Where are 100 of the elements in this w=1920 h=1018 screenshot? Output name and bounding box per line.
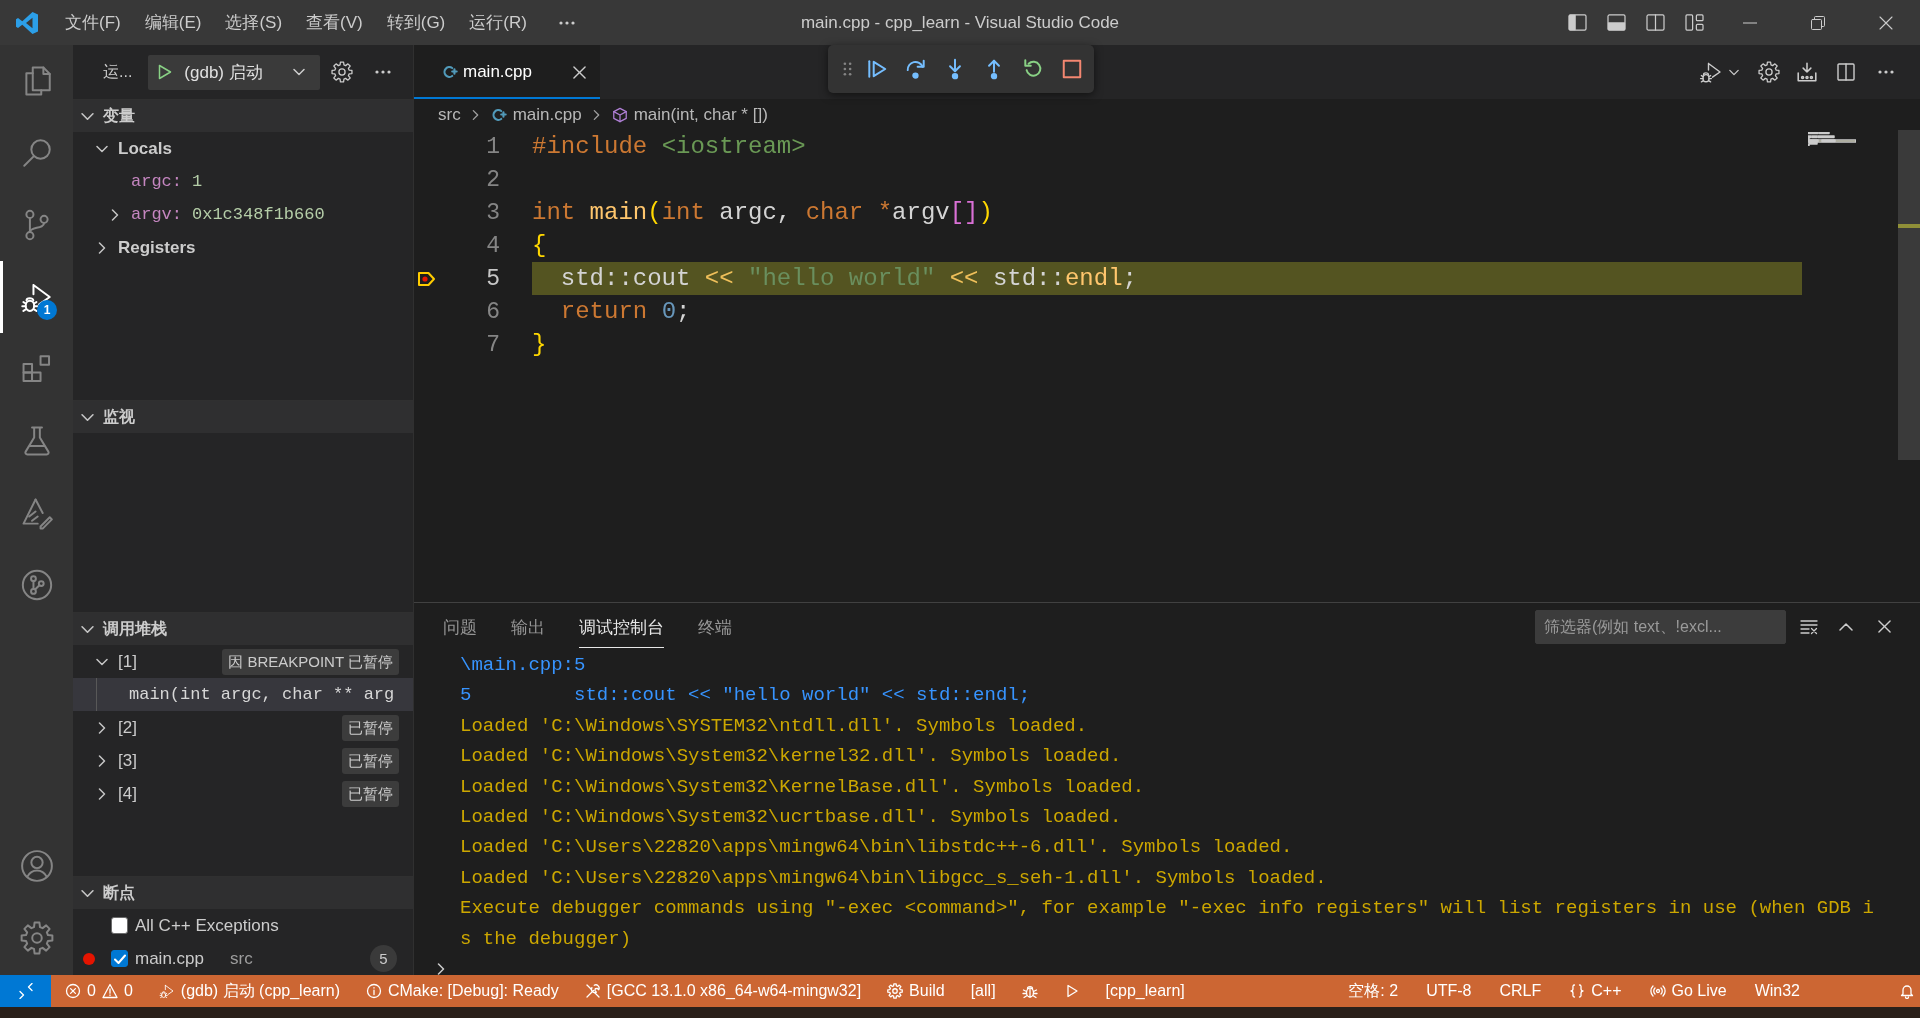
split-editor-icon[interactable] <box>1836 62 1856 82</box>
debug-config-status[interactable]: (gdb) 启动 (cpp_learn) <box>158 980 340 1002</box>
build-button[interactable]: Build <box>887 982 945 1000</box>
live-server-status[interactable]: Go Live <box>1649 982 1727 1000</box>
breakpoint-label[interactable]: main.cpp <box>135 948 204 969</box>
language-status[interactable]: C++ <box>1569 982 1622 1000</box>
section-header[interactable]: 监视 <box>73 401 413 433</box>
launch-target[interactable]: [cpp_learn] <box>1105 982 1185 1000</box>
bell-icon[interactable] <box>1899 983 1915 999</box>
chevron-right-icon[interactable] <box>98 721 106 734</box>
panel-tab[interactable]: 调试控制台 <box>579 608 664 648</box>
thread-label[interactable]: [3] <box>118 750 137 771</box>
variable-value: 1 <box>192 172 203 191</box>
restart-icon[interactable] <box>1022 58 1044 80</box>
chevron-down-icon[interactable] <box>96 657 108 666</box>
more-icon[interactable] <box>558 20 575 25</box>
editor-tab[interactable]: main.cpp <box>414 45 600 99</box>
settings-icon[interactable] <box>331 61 354 83</box>
menu-item[interactable]: 编辑(E) <box>132 7 214 38</box>
minimize-icon[interactable] <box>1743 21 1757 24</box>
minimap-drawing <box>1808 132 1856 146</box>
code-line: #include <iostream> <box>532 132 807 162</box>
panel-tab[interactable]: 输出 <box>511 608 545 648</box>
console-line: Loaded 'C:\Users\22820\apps\mingw64\bin\libstdc++-6.dll'. Symbols loaded. <box>460 835 1294 861</box>
more-icon[interactable] <box>375 70 392 74</box>
line-ending-status[interactable]: CRLF <box>1499 982 1542 1000</box>
console-line: Loaded 'C:\Windows\System32\ucrtbase.dll'. Symbols loaded. <box>460 805 1123 831</box>
split-layout-icon[interactable] <box>1646 14 1665 31</box>
chevron-down-icon[interactable] <box>81 111 94 121</box>
tools-icon <box>584 983 601 999</box>
breadcrumb-item[interactable]: src <box>438 104 461 125</box>
launch-config-dropdown[interactable]: (gdb) 启动 <box>148 54 321 90</box>
layout-grid-icon[interactable] <box>1685 14 1704 31</box>
section-header[interactable]: 调用堆栈 <box>73 613 413 645</box>
sidebar-toggle-icon[interactable] <box>1568 14 1587 31</box>
scrollbar-thumb[interactable] <box>1898 130 1920 460</box>
breadcrumb-item[interactable]: main.cpp <box>490 104 582 125</box>
stack-frame[interactable]: main(int argc, char ** arg <box>73 678 413 711</box>
more-icon[interactable] <box>1878 70 1894 74</box>
menu-item[interactable]: 转到(G) <box>374 7 458 38</box>
close-icon[interactable] <box>573 65 586 79</box>
line-number: 6 <box>485 298 500 325</box>
chevron-down-icon[interactable] <box>81 888 94 898</box>
scope-label[interactable]: Locals <box>118 138 172 159</box>
prompt-chevron-icon[interactable] <box>437 963 445 975</box>
kit-status[interactable]: [GCC 13.1.0 x86_64-w64-mingw32] <box>584 982 862 1000</box>
chevron-down-icon[interactable] <box>81 412 94 422</box>
menu-item[interactable]: 查看(V) <box>294 7 375 38</box>
panel-tab[interactable]: 终端 <box>698 608 732 648</box>
platform-status[interactable]: Win32 <box>1754 982 1800 1000</box>
variable-name[interactable]: argc: <box>131 172 182 191</box>
problems-status[interactable]: 0 0 <box>65 982 133 1000</box>
chevron-right-icon[interactable] <box>98 241 106 254</box>
breakpoint-label[interactable]: All C++ Exceptions <box>135 915 279 936</box>
active-tab-indicator <box>0 261 3 333</box>
breadcrumb-item[interactable]: main(int, char * []) <box>611 104 768 125</box>
section-header[interactable]: 断点 <box>73 877 413 909</box>
restore-icon[interactable] <box>1811 15 1825 30</box>
panel-tab[interactable]: 问题 <box>443 608 477 648</box>
continue-icon[interactable] <box>866 58 888 80</box>
menu-item[interactable]: 运行(R) <box>457 7 539 38</box>
code-line: } <box>532 330 548 360</box>
chevron-down-icon[interactable] <box>81 624 94 634</box>
stop-icon[interactable] <box>1061 58 1083 80</box>
thread-label[interactable]: [1] <box>118 651 137 672</box>
close-icon[interactable] <box>1878 620 1891 633</box>
panel-toggle-icon[interactable] <box>1607 14 1626 31</box>
chevron-down-icon[interactable] <box>1729 68 1739 76</box>
thread-label[interactable]: [4] <box>118 783 137 804</box>
close-icon[interactable] <box>1879 15 1893 30</box>
drag-handle-icon[interactable] <box>843 62 852 76</box>
breakpoint-arrow-icon[interactable] <box>417 270 437 287</box>
encoding-status[interactable]: UTF-8 <box>1426 982 1472 1000</box>
checkbox[interactable] <box>111 917 128 934</box>
tray-download-icon[interactable] <box>1796 61 1818 83</box>
bug-icon[interactable] <box>1021 983 1038 999</box>
cmake-status[interactable]: CMake: [Debug]: Ready <box>366 982 559 1000</box>
menu-item[interactable]: 文件(F) <box>53 7 133 38</box>
variable-name[interactable]: argv: <box>131 205 182 224</box>
code-line: return 0; <box>559 297 692 327</box>
menu-item[interactable]: 选择(S) <box>213 7 295 38</box>
branch-circle-icon[interactable] <box>19 568 54 602</box>
clear-list-icon[interactable] <box>1800 618 1818 635</box>
chevron-up-icon[interactable] <box>1839 622 1853 631</box>
chevron-right-icon[interactable] <box>98 754 106 767</box>
checkbox[interactable] <box>111 950 128 967</box>
play-icon <box>158 64 173 80</box>
settings-icon[interactable] <box>1758 61 1780 83</box>
thread-label[interactable]: [2] <box>118 717 137 738</box>
step-over-icon[interactable] <box>905 58 927 80</box>
indentation-status[interactable]: 空格: 2 <box>1348 980 1399 1002</box>
scope-label[interactable]: Registers <box>118 237 196 258</box>
section-header[interactable]: 变量 <box>73 100 413 132</box>
run-debug-icon[interactable] <box>1699 60 1723 84</box>
chevron-right-icon[interactable] <box>98 787 106 800</box>
filter-input[interactable]: 筛选器(例如 text、!excl... <box>1535 609 1786 644</box>
account-icon[interactable] <box>19 849 54 883</box>
build-target[interactable]: [all] <box>970 982 996 1000</box>
chevron-down-icon[interactable] <box>96 144 108 153</box>
chevron-right-icon[interactable] <box>111 208 119 221</box>
